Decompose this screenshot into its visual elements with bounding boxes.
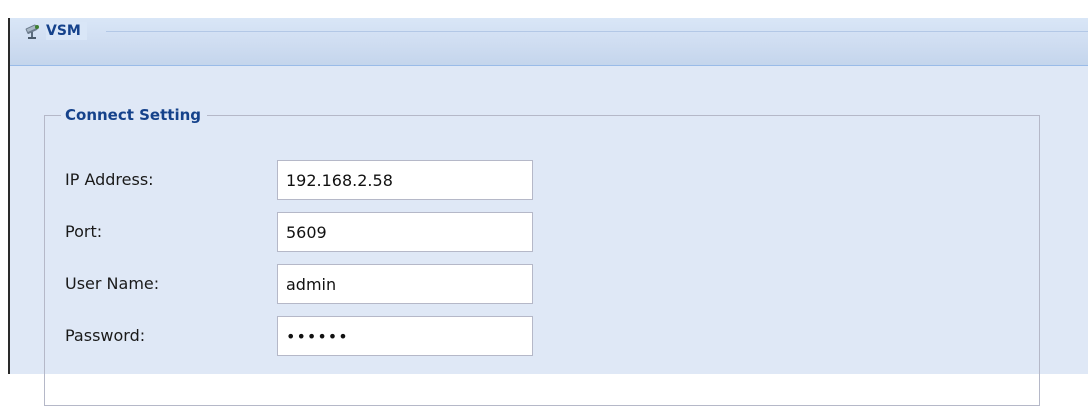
ip-address-row: IP Address: bbox=[65, 160, 1045, 202]
password-label: Password: bbox=[65, 326, 146, 345]
window-body: Connect Setting IP Address: Port: User N… bbox=[10, 66, 1088, 406]
user-name-row: User Name: bbox=[65, 264, 1045, 306]
connect-setting-legend: Connect Setting bbox=[65, 106, 202, 124]
title-divider bbox=[106, 31, 1088, 32]
user-name-label: User Name: bbox=[65, 274, 160, 293]
ip-address-label: IP Address: bbox=[65, 170, 154, 189]
connect-setting-fieldset: Connect Setting IP Address: Port: User N… bbox=[44, 106, 1040, 406]
password-input[interactable] bbox=[277, 316, 533, 356]
camera-icon bbox=[25, 24, 39, 39]
port-row: Port: bbox=[65, 212, 1045, 254]
window-title: VSM bbox=[46, 22, 87, 40]
user-name-input[interactable] bbox=[277, 264, 533, 304]
window-titlebar[interactable]: VSM bbox=[10, 18, 1088, 66]
port-label: Port: bbox=[65, 222, 103, 241]
port-input[interactable] bbox=[277, 212, 533, 252]
password-row: Password: bbox=[65, 316, 1045, 358]
ip-address-input[interactable] bbox=[277, 160, 533, 200]
vsm-window: VSM Connect Setting IP Address: Port: Us… bbox=[8, 18, 1088, 406]
